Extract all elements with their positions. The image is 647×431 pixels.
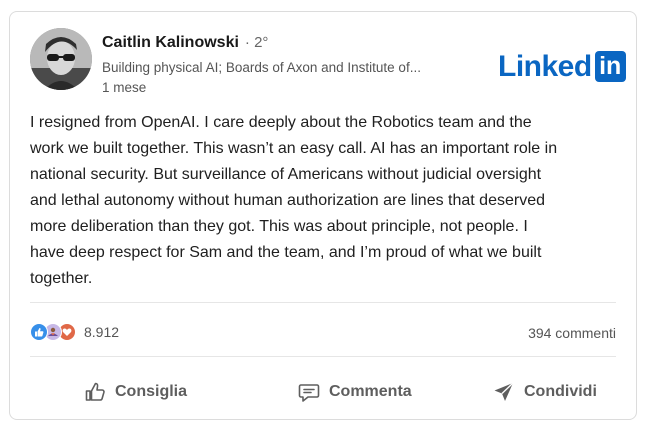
thumbs-up-icon (85, 382, 105, 401)
post-time: 1 mese (102, 80, 147, 95)
comment-button[interactable]: Commenta (297, 374, 412, 410)
comment-label: Commenta (329, 383, 412, 400)
divider (30, 356, 616, 357)
share-button[interactable]: Condividi (492, 374, 597, 410)
author-row: Caitlin Kalinowski · 2° (102, 34, 268, 52)
logo-box: in (594, 51, 626, 82)
post-line: work we built together. This wasn’t an e… (30, 140, 558, 157)
comments-count[interactable]: 394 commenti (528, 325, 616, 341)
post-line: and lethal autonomy without human author… (30, 192, 545, 209)
reactions-summary[interactable]: 8.912 (30, 323, 119, 341)
author-name[interactable]: Caitlin Kalinowski (102, 34, 239, 52)
avatar-photo (30, 28, 92, 90)
post-line: I resigned from OpenAI. I care deeply ab… (30, 114, 532, 131)
share-label: Condividi (524, 383, 597, 400)
divider (30, 302, 616, 303)
post-line: more deliberation than they got. This wa… (30, 218, 528, 235)
post-line: together. (30, 270, 93, 287)
logo-word: Linked (498, 49, 592, 83)
like-icon (30, 323, 48, 341)
avatar[interactable] (30, 28, 92, 90)
post-text: I resigned from OpenAI. I care deeply ab… (30, 110, 620, 292)
like-button[interactable]: Consiglia (83, 374, 187, 410)
comment-icon (298, 384, 320, 402)
send-icon (494, 382, 514, 401)
author-headline: Building physical AI; Boards of Axon and… (102, 60, 421, 75)
post-line: have deep respect for Sam and the team, … (30, 244, 542, 261)
post-line: national security. But surveillance of A… (30, 166, 542, 183)
reactions-count: 8.912 (84, 324, 120, 340)
post-card: Caitlin Kalinowski · 2° Building physica… (9, 11, 637, 420)
linkedin-logo: Linked in (498, 51, 626, 82)
like-label: Consiglia (115, 383, 188, 400)
connection-degree: · 2° (244, 34, 269, 51)
